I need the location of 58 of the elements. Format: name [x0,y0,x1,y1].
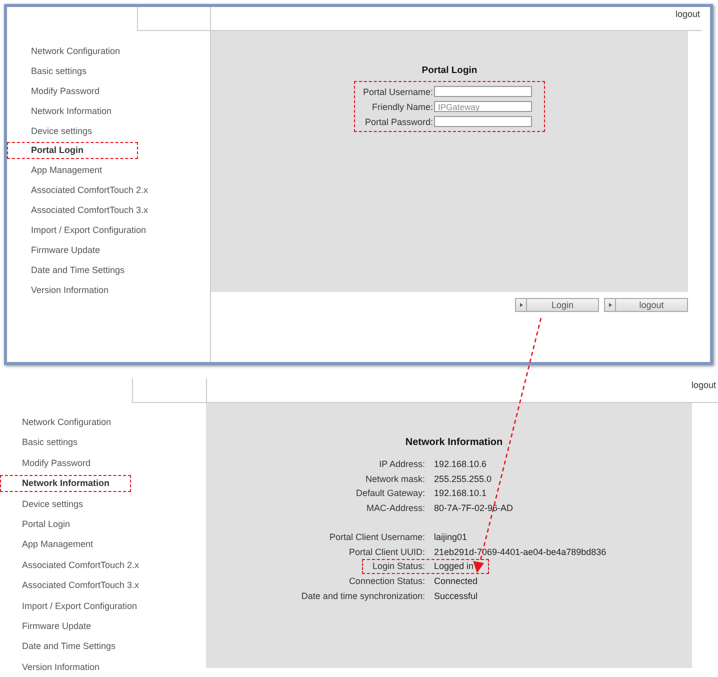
menu-item[interactable]: Version Information [7,282,138,299]
menu-item[interactable]: Associated ComfortTouch 3.x [7,202,150,220]
menu-item[interactable]: Portal Login [0,516,131,533]
menu-item[interactable]: Import / Export Configuration [0,598,138,615]
info-value: 80-7A-7F-02-96-AD [433,502,514,515]
menu-item[interactable]: Network Information [0,475,131,492]
info-value: Connected [433,574,478,588]
menu-item[interactable]: Import / Export Configuration [7,222,148,240]
info-label: MAC-Address: [365,502,425,515]
info-value: 255.255.255.0 [433,472,492,486]
input-field[interactable] [434,116,532,127]
info-value: 192.168.10.6 [433,458,487,471]
action-button[interactable]: logout [604,298,688,312]
play-icon [520,303,522,307]
menu-item[interactable]: Network Configuration [0,414,131,431]
menu-item[interactable]: Date and Time Settings [7,262,138,279]
field-label: Portal Username: [362,86,434,96]
info-label: IP Address: [378,458,425,471]
menu-item[interactable]: Basic settings [0,434,131,452]
menu-item[interactable]: Date and Time Settings [0,638,131,656]
menu-item[interactable]: Device settings [0,496,131,513]
action-button[interactable]: Login [515,298,599,312]
menu-item[interactable]: App Management [0,536,131,554]
menu-item[interactable]: Modify Password [7,82,138,100]
info-label: Connection Status: [348,574,425,588]
menu-item[interactable]: Modify Password [0,454,131,472]
info-value: Successful [433,590,478,603]
info-label: Portal Client UUID: [348,546,425,559]
menu-item[interactable]: Associated ComfortTouch 3.x [0,577,140,594]
info-value: 21eb291d-7069-4401-ae04-be4a789bd836 [433,546,606,559]
menu-item[interactable]: Firmware Update [7,242,138,259]
menu-item[interactable]: Firmware Update [0,618,131,635]
menu-item[interactable]: Device settings [7,122,138,140]
info-value: Logged in [433,560,474,574]
info-label: Login Status: [371,560,425,574]
menu-item[interactable]: Network Configuration [7,43,138,60]
menu-item[interactable]: Version Information [0,658,131,676]
info-label: Default Gateway: [354,487,425,500]
play-icon [608,303,612,307]
logout-link[interactable]: logout [691,378,718,390]
input-field[interactable] [434,86,532,97]
menu-item[interactable]: Network Information [7,102,138,120]
field-label: Portal Password: [364,116,434,126]
logout-link[interactable]: logout [675,7,702,19]
menu-item[interactable]: App Management [7,162,138,180]
menu-item[interactable]: Associated ComfortTouch 2.x [0,556,140,574]
section-title: Network Information [405,437,503,448]
info-value: 192.168.10.1 [433,487,487,500]
info-value: laijing01 [433,531,468,544]
info-label: Date and time synchronization: [300,590,425,603]
menu-item[interactable]: Portal Login [7,142,138,160]
info-label: Network mask: [364,472,425,486]
menu-item[interactable]: Basic settings [7,62,138,80]
section-title: Portal Login [422,65,478,76]
info-label: Portal Client Username: [328,531,425,544]
field-label: Friendly Name: [370,102,434,112]
input-field[interactable]: IPGateway [434,101,532,112]
menu-item[interactable]: Associated ComfortTouch 2.x [7,182,150,200]
